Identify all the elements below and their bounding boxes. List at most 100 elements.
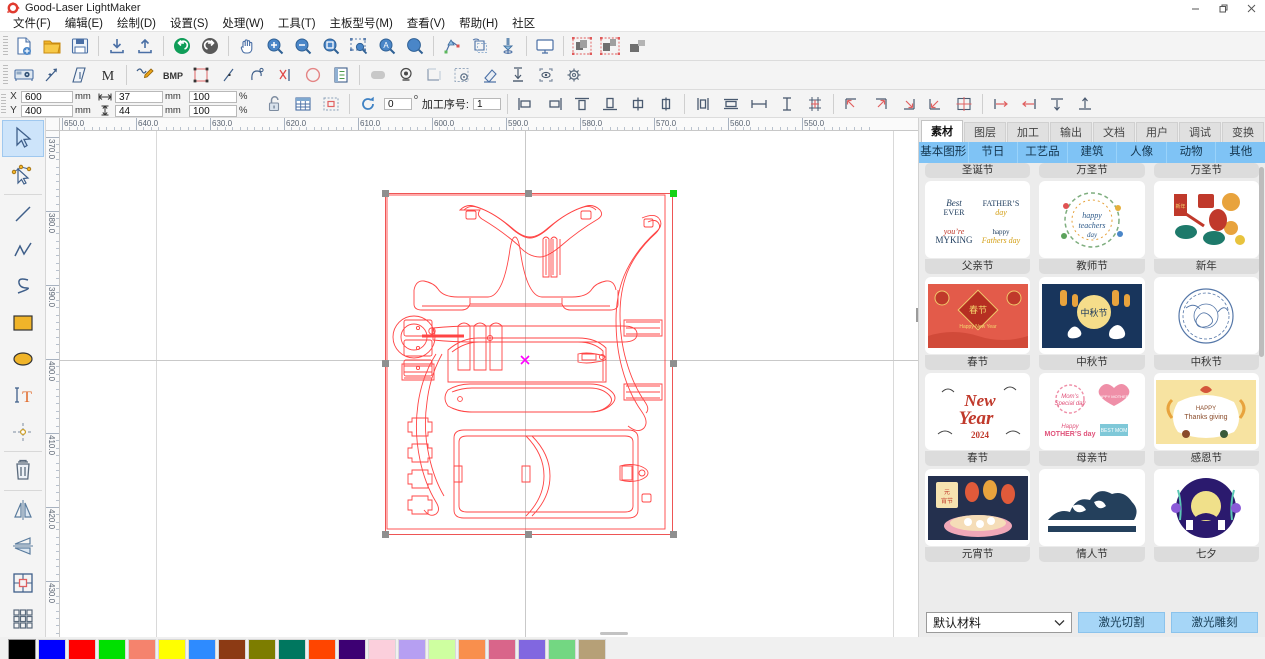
menu-file[interactable]: 文件(F)	[6, 16, 58, 32]
curve-node-icon[interactable]	[243, 62, 271, 89]
tab-materials[interactable]: 素材	[921, 120, 963, 142]
offset-icon[interactable]	[466, 33, 494, 60]
same-height-icon[interactable]	[717, 90, 745, 117]
library-item[interactable]: New Year 2024 春节	[925, 373, 1031, 466]
horizontal-ruler[interactable]: 650.0 640.0 630.0 620.0 610.0 600.0 590.0 580.0…	[60, 118, 918, 131]
pen-draw-icon[interactable]	[131, 62, 159, 89]
drawing-canvas[interactable]	[60, 131, 918, 637]
library-item[interactable]: Best EVER FATHER’S day you’re MYKING happy Fath…	[925, 181, 1031, 274]
origin-top-right-icon[interactable]	[866, 90, 894, 117]
subtab-crafts[interactable]: 工艺品	[1018, 142, 1068, 163]
minimize-button[interactable]	[1181, 0, 1209, 16]
color-swatch[interactable]	[128, 639, 156, 659]
color-swatch[interactable]	[218, 639, 246, 659]
library-item[interactable]: Mom’s Special day HAPPY MOTHERS Happy MOTHER…	[1039, 373, 1145, 466]
delete-trash-icon[interactable]	[2, 453, 44, 489]
toolbar-grip[interactable]	[3, 65, 8, 85]
subtab-others[interactable]: 其他	[1216, 142, 1265, 163]
mirror-horizontal-icon[interactable]	[2, 492, 44, 528]
menu-help[interactable]: 帮助(H)	[452, 16, 505, 32]
pan-hand-icon[interactable]	[233, 33, 261, 60]
rect-node-icon[interactable]	[187, 62, 215, 89]
material-library-grid[interactable]: 圣诞节 万圣节 万圣节 Best EVER FATHER’S day you’re MYKING…	[919, 163, 1265, 607]
node-path-icon[interactable]	[438, 33, 466, 60]
rectangle-tool-icon[interactable]	[2, 305, 44, 341]
selection-handle-bl[interactable]	[382, 531, 389, 538]
tab-debug[interactable]: 调试	[1179, 122, 1221, 142]
library-item[interactable]: 新年 新年	[1153, 181, 1259, 274]
preview-monitor-icon[interactable]	[531, 33, 559, 60]
color-swatch[interactable]	[8, 639, 36, 659]
laser-cut-button[interactable]: 激光切割	[1078, 611, 1165, 633]
tab-output[interactable]: 输出	[1050, 122, 1092, 142]
selection-handle-tl[interactable]	[382, 190, 389, 197]
laser-engrave-button[interactable]: 激光雕刻	[1171, 611, 1258, 633]
zoom-selection-icon[interactable]	[345, 33, 373, 60]
color-swatch[interactable]	[488, 639, 516, 659]
color-swatch[interactable]	[308, 639, 336, 659]
start-right-icon[interactable]	[1015, 90, 1043, 117]
color-swatch[interactable]	[278, 639, 306, 659]
color-swatch[interactable]	[188, 639, 216, 659]
library-scrollbar-thumb[interactable]	[1259, 167, 1264, 357]
subtab-architecture[interactable]: 建筑	[1068, 142, 1118, 163]
menu-board-model[interactable]: 主板型号(M)	[323, 16, 400, 32]
new-file-icon[interactable]	[10, 33, 38, 60]
frame-icon[interactable]	[420, 62, 448, 89]
same-width-icon[interactable]	[689, 90, 717, 117]
subtab-basic-shapes[interactable]: 基本图形	[919, 142, 969, 163]
library-item[interactable]: 元宵节 元宵节	[925, 469, 1031, 562]
measure-icon[interactable]	[66, 62, 94, 89]
ungroup-icon[interactable]	[596, 33, 624, 60]
save-icon[interactable]	[66, 33, 94, 60]
color-swatch[interactable]	[398, 639, 426, 659]
settings-frame-icon[interactable]	[448, 62, 476, 89]
menu-community[interactable]: 社区	[505, 16, 542, 32]
align-right-icon[interactable]	[540, 90, 568, 117]
align-down-icon[interactable]	[504, 62, 532, 89]
align-bottom-icon[interactable]	[596, 90, 624, 117]
x-input[interactable]: 600	[21, 90, 73, 103]
width-input[interactable]: 37	[115, 90, 163, 103]
align-top-icon[interactable]	[568, 90, 596, 117]
cut-node-icon[interactable]	[271, 62, 299, 89]
bmp-icon[interactable]: BMP	[159, 62, 187, 89]
color-swatch[interactable]	[248, 639, 276, 659]
origin-top-left-icon[interactable]	[838, 90, 866, 117]
library-item[interactable]: 中秋节	[1153, 277, 1259, 370]
menu-view[interactable]: 查看(V)	[400, 16, 452, 32]
rotation-input[interactable]: 0	[384, 97, 412, 110]
color-swatch[interactable]	[68, 639, 96, 659]
mirror-vertical-icon[interactable]	[2, 528, 44, 564]
zoom-all-icon[interactable]: A	[373, 33, 401, 60]
origin-bottom-right-icon[interactable]	[894, 90, 922, 117]
machine-icon[interactable]	[10, 62, 38, 89]
open-folder-icon[interactable]	[38, 33, 66, 60]
start-top-icon[interactable]	[1043, 90, 1071, 117]
color-swatch[interactable]	[428, 639, 456, 659]
list-check-icon[interactable]	[327, 62, 355, 89]
same-size-icon[interactable]	[801, 90, 829, 117]
library-item-partial[interactable]: 圣诞节	[925, 163, 1031, 178]
scan-icon[interactable]	[532, 62, 560, 89]
menu-settings[interactable]: 设置(S)	[163, 16, 215, 32]
line-node-icon[interactable]	[215, 62, 243, 89]
distribute-v-icon[interactable]	[773, 90, 801, 117]
close-button[interactable]	[1237, 0, 1265, 16]
material-select[interactable]: 默认材料	[926, 611, 1072, 633]
group-icon[interactable]	[568, 33, 596, 60]
selection-handle-tc[interactable]	[525, 190, 532, 197]
manual-m-icon[interactable]: M	[94, 62, 122, 89]
library-item-partial[interactable]: 万圣节	[1153, 163, 1259, 178]
undo-icon[interactable]	[168, 33, 196, 60]
select-arrow-icon[interactable]	[1, 120, 44, 157]
origin-center-icon[interactable]	[950, 90, 978, 117]
selection-handle-mr[interactable]	[670, 360, 677, 367]
height-input[interactable]: 44	[115, 104, 163, 117]
tab-user[interactable]: 用户	[1136, 122, 1178, 142]
selection-handle-br[interactable]	[670, 531, 677, 538]
restore-button[interactable]	[1209, 0, 1237, 16]
library-item-partial[interactable]: 万圣节	[1039, 163, 1145, 178]
process-order-input[interactable]: 1	[472, 97, 501, 110]
color-swatch[interactable]	[548, 639, 576, 659]
